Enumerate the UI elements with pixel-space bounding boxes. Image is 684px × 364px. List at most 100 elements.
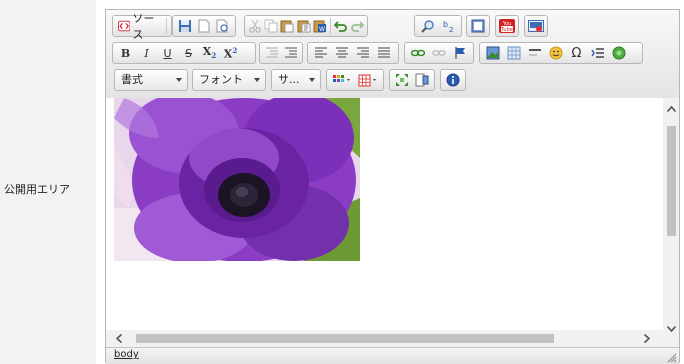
horizontal-scroll-thumb[interactable] — [136, 334, 554, 343]
justify-button[interactable] — [374, 44, 393, 62]
source-icon — [118, 20, 131, 32]
page-break-icon — [590, 48, 604, 58]
indent-icon — [284, 47, 297, 58]
paste-word-icon: W — [313, 20, 326, 33]
table-button[interactable] — [504, 44, 523, 62]
toolbar-group-maximize — [466, 15, 490, 37]
maximize-icon — [471, 19, 485, 33]
horizontal-scrollbar[interactable] — [106, 330, 663, 346]
toolbar-group-justify — [307, 42, 399, 64]
align-center-icon — [335, 47, 348, 58]
page-break-button[interactable] — [588, 44, 607, 62]
info-icon — [446, 73, 460, 87]
vertical-scroll-thumb[interactable] — [667, 126, 676, 236]
anchor-icon — [454, 47, 465, 59]
image-icon — [486, 46, 499, 60]
svg-text:2: 2 — [449, 26, 453, 33]
toolbar-group-youtube: You Tube — [495, 15, 519, 37]
flash-embed-icon — [528, 20, 544, 32]
show-blocks-button[interactable] — [413, 71, 431, 89]
unlink-button[interactable] — [429, 44, 448, 62]
youtube-button[interactable]: You Tube — [499, 17, 515, 35]
strike-button[interactable]: S — [179, 44, 198, 62]
undo-button[interactable] — [333, 17, 348, 35]
italic-button[interactable]: I — [137, 44, 156, 62]
indent-button[interactable] — [282, 44, 299, 62]
chevron-down-icon — [176, 78, 182, 82]
iframe-icon — [612, 46, 625, 60]
toolbar-group-basicstyles: B I U S X2 X2 — [112, 42, 256, 64]
scroll-up-icon[interactable] — [667, 106, 676, 112]
paste-text-icon — [297, 20, 311, 33]
horizontal-rule-icon — [528, 49, 541, 56]
about-button[interactable] — [444, 71, 462, 89]
toolbar-group-insert: Ω — [479, 42, 643, 64]
chevron-down-icon — [254, 78, 260, 82]
anchor-button[interactable] — [450, 44, 469, 62]
chevron-down-icon — [309, 78, 315, 82]
font-size-combo[interactable]: サ... — [271, 69, 321, 91]
new-page-button[interactable] — [195, 17, 212, 35]
horizontal-rule-button[interactable] — [525, 44, 544, 62]
svg-text:Tube: Tube — [500, 27, 513, 33]
link-button[interactable] — [408, 44, 427, 62]
align-center-button[interactable] — [332, 44, 351, 62]
bold-button[interactable]: B — [116, 44, 135, 62]
element-path-body[interactable]: body — [114, 349, 139, 360]
subscript-button[interactable]: X2 — [200, 44, 219, 62]
font-combo-label: フォント — [199, 73, 243, 86]
format-combo[interactable]: 書式 — [114, 69, 188, 91]
toolbar-group-document — [172, 15, 236, 37]
fullscreen-button[interactable] — [393, 71, 411, 89]
toolbar-group-colors — [326, 69, 384, 91]
text-color-button[interactable] — [330, 71, 354, 89]
preview-button[interactable] — [215, 17, 232, 35]
background-color-icon — [358, 74, 376, 86]
background-color-button[interactable] — [356, 71, 380, 89]
resize-handle-icon[interactable] — [667, 353, 677, 363]
special-char-button[interactable]: Ω — [567, 44, 586, 62]
scroll-down-icon[interactable] — [667, 326, 676, 332]
toolbar-group-find: b2 — [414, 15, 462, 37]
smiley-button[interactable] — [546, 44, 565, 62]
separator — [166, 18, 167, 34]
editor-content-area[interactable] — [106, 98, 679, 341]
font-combo[interactable]: フォント — [192, 69, 266, 91]
paste-word-button[interactable]: W — [313, 17, 327, 35]
replace-icon: b2 — [443, 20, 453, 33]
flower-image — [114, 98, 360, 261]
svg-text:b: b — [443, 20, 448, 29]
scroll-left-icon[interactable] — [116, 334, 122, 343]
copy-icon — [264, 19, 278, 33]
table-icon — [507, 46, 520, 60]
replace-button[interactable]: b2 — [439, 17, 458, 35]
underline-button[interactable]: U — [158, 44, 177, 62]
toolbar-group-source: ソース — [112, 12, 172, 41]
superscript-button[interactable]: X2 — [221, 44, 240, 62]
toolbar-group-clipboard: W — [244, 15, 368, 37]
align-right-button[interactable] — [353, 44, 372, 62]
maximize-button[interactable] — [470, 17, 486, 35]
copy-button[interactable] — [264, 17, 278, 35]
paste-text-button[interactable] — [297, 17, 311, 35]
image-button[interactable] — [483, 44, 502, 62]
outdent-icon — [265, 47, 278, 58]
source-button[interactable]: ソース — [115, 10, 164, 42]
smiley-icon — [549, 46, 562, 60]
redo-button[interactable] — [350, 17, 364, 35]
iframe-button[interactable] — [609, 44, 628, 62]
align-left-button[interactable] — [311, 44, 330, 62]
paste-icon — [280, 20, 294, 33]
toolbar-group-tools — [389, 69, 435, 91]
find-button[interactable] — [418, 17, 437, 35]
show-blocks-icon — [415, 73, 429, 87]
cut-icon — [249, 19, 261, 33]
scroll-right-icon[interactable] — [644, 334, 650, 343]
vertical-scrollbar[interactable] — [663, 98, 679, 341]
field-label: 公開用エリア — [4, 183, 70, 196]
cut-button[interactable] — [248, 17, 262, 35]
flash-embed-button[interactable] — [528, 17, 544, 35]
save-button[interactable] — [176, 17, 193, 35]
outdent-button[interactable] — [263, 44, 280, 62]
paste-button[interactable] — [280, 17, 294, 35]
